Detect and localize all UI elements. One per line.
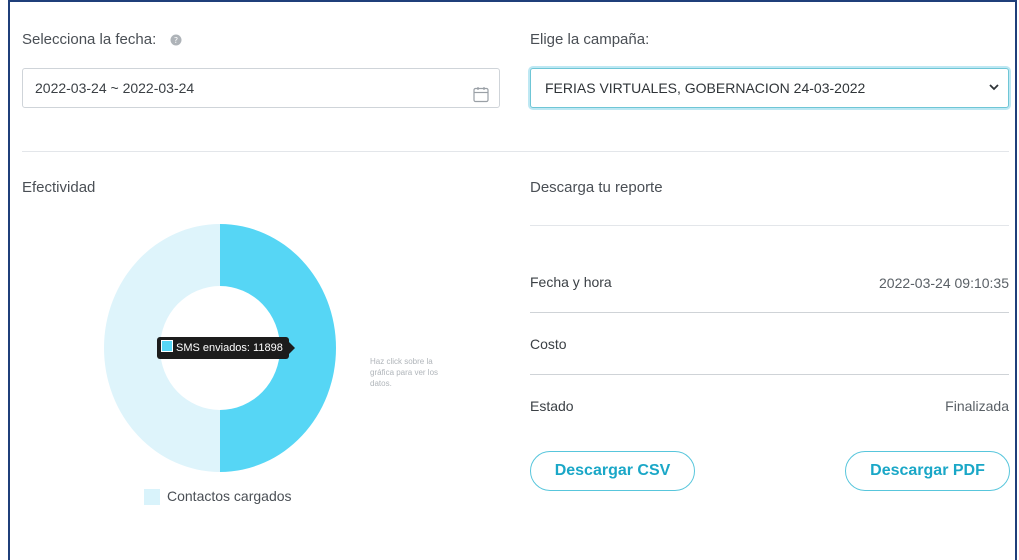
chart-hint: Haz click sobre la gráfica para ver los … [370, 357, 439, 388]
download-pdf-button[interactable]: Descargar PDF [845, 451, 1010, 491]
report-divider [530, 225, 1009, 226]
tooltip-swatch [161, 340, 173, 352]
date-range-input[interactable]: 2022-03-24 ~ 2022-03-24 [22, 68, 500, 108]
campaign-selected-value: FERIAS VIRTUALES, GOBERNACION 24-03-2022 [545, 80, 866, 96]
calendar-icon[interactable] [473, 79, 489, 117]
legend-label[interactable]: Contactos cargados [167, 488, 292, 504]
legend-swatch[interactable] [144, 489, 160, 505]
section-divider [22, 151, 1009, 152]
tooltip-text: SMS enviados: 11898 [176, 342, 283, 354]
report-row-status-label: Estado [530, 398, 574, 414]
effectiveness-title: Efectividad [22, 179, 96, 196]
chart-tooltip: SMS enviados: 11898 [157, 337, 295, 359]
chevron-down-icon[interactable] [988, 69, 1000, 122]
report-row-divider [530, 374, 1009, 375]
report-row-divider [530, 312, 1009, 313]
report-row-status-value: Finalizada [945, 398, 1009, 414]
report-row-datetime-value: 2022-03-24 09:10:35 [879, 275, 1009, 291]
date-label: Selecciona la fecha: ? [22, 31, 182, 50]
campaign-label: Elige la campaña: [530, 31, 650, 48]
report-row-datetime-label: Fecha y hora [530, 274, 612, 290]
svg-text:?: ? [174, 36, 178, 45]
report-row-cost-label: Costo [530, 336, 567, 352]
question-circle-icon[interactable]: ? [170, 33, 182, 50]
download-csv-button[interactable]: Descargar CSV [530, 451, 695, 491]
date-range-value: 2022-03-24 ~ 2022-03-24 [35, 80, 195, 96]
report-title: Descarga tu reporte [530, 179, 663, 196]
campaign-select[interactable]: FERIAS VIRTUALES, GOBERNACION 24-03-2022 [530, 68, 1009, 108]
